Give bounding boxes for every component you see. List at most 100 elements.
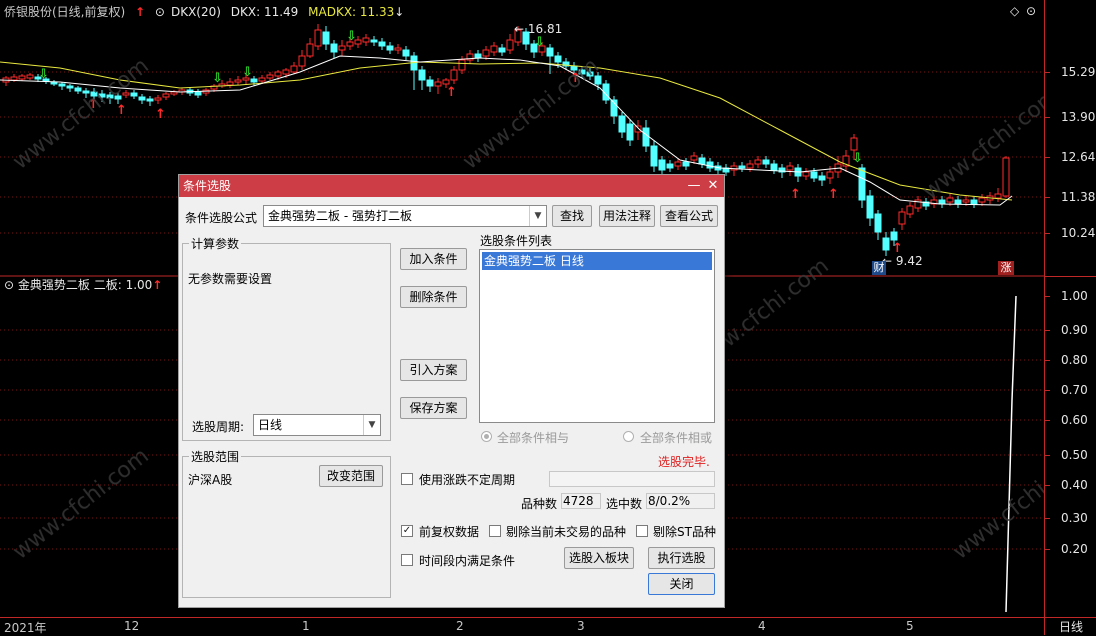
candle-body [858, 167, 866, 201]
exclude-suspended-checkbox[interactable] [489, 525, 501, 537]
candle-body [418, 69, 426, 81]
minimize-icon[interactable]: — [685, 175, 703, 197]
dkx-value: DKX: 11.49 [230, 5, 299, 19]
time-range-checkbox[interactable] [401, 554, 413, 566]
period-label[interactable]: 日线 [1059, 618, 1083, 635]
formula-select[interactable]: 金典强势二板 - 强势打二板 ▼ [263, 205, 547, 227]
usage-notes-button[interactable]: 用法注释 [599, 205, 655, 227]
close-button[interactable]: 关闭 [648, 573, 715, 595]
indicator-tick: 0.70 [1061, 383, 1088, 397]
settings-icon[interactable]: ⊙ [4, 278, 14, 292]
svg-text:↑: ↑ [790, 187, 801, 202]
low-price-label: ← 9.42 [882, 254, 923, 268]
candle-body [634, 125, 642, 133]
candle-body [770, 163, 778, 171]
formula-label: 条件选股公式 [185, 211, 258, 225]
close-icon[interactable]: ✕ [704, 175, 722, 197]
candle-body [130, 92, 138, 97]
candle-body [666, 163, 674, 169]
dkx-indicator-name[interactable]: DKX(20) [171, 5, 221, 19]
candle-body [378, 41, 386, 47]
execute-button[interactable]: 执行选股 [648, 547, 715, 569]
candle-body [26, 74, 34, 79]
exclude-st-checkbox[interactable] [636, 525, 648, 537]
candle-body [394, 47, 402, 51]
price-tick: 11.38 [1061, 190, 1096, 204]
time-range-label: 时间段内满足条件 [419, 554, 516, 568]
list-item[interactable]: 金典强势二板 日线 [482, 252, 712, 270]
add-to-block-button[interactable]: 选股入板块 [564, 547, 634, 569]
candle-body [802, 171, 810, 177]
madkx-value: MADKX: 11.33 [308, 5, 395, 19]
candle-body [10, 76, 18, 81]
radio-all-and-label: 全部条件相与 [497, 431, 570, 445]
change-range-button[interactable]: 改变范围 [319, 465, 383, 487]
candle-body [498, 47, 506, 53]
limit-up-badge[interactable]: 涨 [998, 261, 1014, 275]
candle-body [442, 79, 450, 85]
finance-badge[interactable]: 财 [872, 261, 886, 275]
candle-body [906, 205, 914, 215]
time-tick: 1 [302, 619, 310, 633]
find-button[interactable]: 查找 [552, 205, 592, 227]
exclude-st-label: 剔除ST品种 [653, 525, 716, 539]
candle-body [938, 199, 946, 205]
chevron-down-icon[interactable]: ▼ [363, 415, 380, 435]
candle-body [738, 165, 746, 169]
candle-body [330, 43, 338, 53]
candle-body [258, 77, 266, 82]
stock-title[interactable]: 侨银股份(日线,前复权) [4, 5, 125, 19]
candle-body [826, 171, 834, 179]
candle-body [74, 87, 82, 92]
candle-body [970, 199, 978, 205]
candle-body [266, 74, 274, 79]
view-formula-button[interactable]: 查看公式 [660, 205, 718, 227]
params-group: 计算参数 无参数需要设置 选股周期: 日线 ▼ [182, 235, 391, 441]
candle-body [690, 155, 698, 161]
candle-body [658, 159, 666, 171]
candle-body [458, 59, 466, 71]
count-value: 4728 [561, 493, 601, 509]
chevron-down-icon[interactable]: ▼ [529, 206, 546, 226]
indicator-tick: 0.50 [1061, 448, 1088, 462]
import-scheme-button[interactable]: 引入方案 [400, 359, 467, 381]
candle-body [298, 55, 306, 67]
indicator-title[interactable]: 金典强势二板 二板: 1.00 [18, 278, 152, 292]
candle-body [618, 115, 626, 133]
settings-icon[interactable]: ⊙ [155, 5, 165, 19]
collapse-icon[interactable]: ⊙ [1026, 4, 1036, 18]
dialog-title: 条件选股 [183, 179, 232, 193]
pre-adjust-checkbox[interactable]: ✓ [401, 525, 413, 537]
candle-body [474, 53, 482, 59]
svg-text:www.cfchi.com: www.cfchi.com [948, 443, 1044, 564]
add-condition-button[interactable]: 加入条件 [400, 248, 467, 270]
delete-condition-button[interactable]: 删除条件 [400, 286, 467, 308]
candle-body [490, 45, 498, 53]
time-tick: 2 [456, 619, 464, 633]
candle-body [362, 37, 370, 43]
candle-body [162, 93, 170, 98]
period-select[interactable]: 日线 ▼ [253, 414, 381, 436]
chart-header: 侨银股份(日线,前复权) ↑ ⊙ DKX(20) DKX: 11.49 MADKX… [0, 0, 1044, 24]
candle-body [746, 163, 754, 169]
candle-body [650, 145, 658, 167]
candle-body [170, 91, 178, 95]
condition-list-label: 选股条件列表 [480, 234, 553, 248]
uncertain-period-checkbox[interactable] [401, 473, 413, 485]
dialog-titlebar[interactable]: 条件选股 — ✕ [179, 175, 724, 197]
radio-all-or[interactable] [623, 431, 634, 442]
candle-body [786, 165, 794, 171]
diamond-icon[interactable]: ◇ [1010, 4, 1019, 18]
time-tick: 4 [758, 619, 766, 633]
condition-list[interactable]: 金典强势二板 日线 [479, 249, 715, 423]
radio-all-and[interactable] [481, 431, 492, 442]
save-scheme-button[interactable]: 保存方案 [400, 397, 467, 419]
candle-body [978, 197, 986, 203]
candle-body [370, 39, 378, 43]
candle-body [818, 175, 826, 181]
candle-body [138, 96, 146, 101]
candle-body [322, 31, 330, 45]
price-tick: 12.64 [1061, 150, 1096, 164]
candle-body [450, 69, 458, 81]
uncertain-period-label: 使用涨跌不定周期 [419, 473, 516, 487]
